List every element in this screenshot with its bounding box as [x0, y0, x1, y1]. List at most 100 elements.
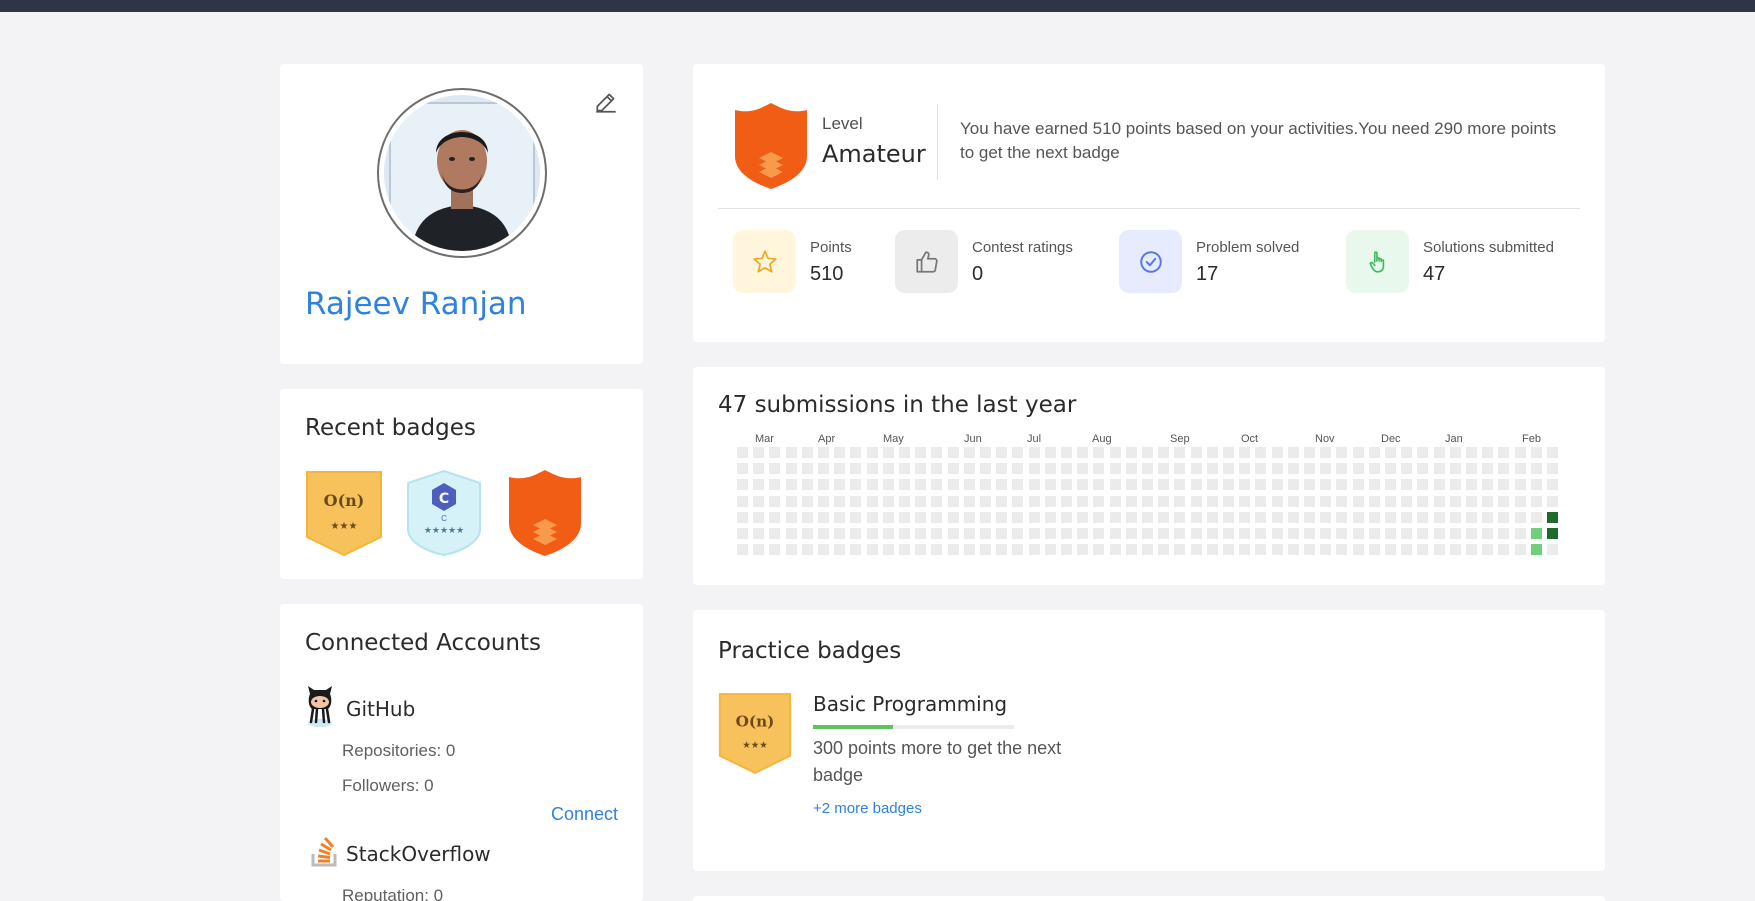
- heatmap-cell[interactable]: [1385, 447, 1396, 458]
- heatmap-cell[interactable]: [834, 528, 845, 539]
- heatmap-cell[interactable]: [753, 479, 764, 490]
- heatmap-cell[interactable]: [899, 512, 910, 523]
- heatmap-cell[interactable]: [1142, 528, 1153, 539]
- heatmap-cell[interactable]: [802, 528, 813, 539]
- heatmap-cell[interactable]: [1077, 528, 1088, 539]
- heatmap-cell[interactable]: [1207, 544, 1218, 555]
- heatmap-cell[interactable]: [931, 479, 942, 490]
- heatmap-cell[interactable]: [737, 512, 748, 523]
- heatmap-cell[interactable]: [1336, 496, 1347, 507]
- heatmap-cell[interactable]: [1547, 496, 1558, 507]
- heatmap-cell[interactable]: [1353, 447, 1364, 458]
- heatmap-cell[interactable]: [1061, 463, 1072, 474]
- heatmap-cell[interactable]: [1077, 463, 1088, 474]
- heatmap-cell[interactable]: [1174, 463, 1185, 474]
- heatmap-cell[interactable]: [1029, 496, 1040, 507]
- heatmap-cell[interactable]: [1029, 479, 1040, 490]
- heatmap-cell[interactable]: [1385, 544, 1396, 555]
- heatmap-cell[interactable]: [1272, 463, 1283, 474]
- heatmap-cell[interactable]: [1255, 479, 1266, 490]
- heatmap-cell[interactable]: [1239, 447, 1250, 458]
- heatmap-cell[interactable]: [1450, 544, 1461, 555]
- heatmap-cell[interactable]: [1110, 544, 1121, 555]
- heatmap-cell[interactable]: [786, 463, 797, 474]
- heatmap-cell[interactable]: [1498, 463, 1509, 474]
- heatmap-cell[interactable]: [1077, 479, 1088, 490]
- heatmap-cell[interactable]: [915, 463, 926, 474]
- heatmap-cell[interactable]: [1304, 544, 1315, 555]
- heatmap-cell[interactable]: [834, 544, 845, 555]
- heatmap-cell[interactable]: [1547, 528, 1558, 539]
- heatmap-cell[interactable]: [1239, 512, 1250, 523]
- heatmap-cell[interactable]: [753, 463, 764, 474]
- heatmap-cell[interactable]: [1466, 447, 1477, 458]
- heatmap-cell[interactable]: [1272, 479, 1283, 490]
- heatmap-cell[interactable]: [786, 528, 797, 539]
- heatmap-cell[interactable]: [1174, 447, 1185, 458]
- heatmap-cell[interactable]: [786, 447, 797, 458]
- heatmap-cell[interactable]: [1029, 512, 1040, 523]
- heatmap-cell[interactable]: [850, 496, 861, 507]
- heatmap-cell[interactable]: [964, 479, 975, 490]
- heatmap-cell[interactable]: [1191, 479, 1202, 490]
- heatmap-cell[interactable]: [1093, 463, 1104, 474]
- heatmap-cell[interactable]: [1207, 447, 1218, 458]
- heatmap-cell[interactable]: [1466, 479, 1477, 490]
- heatmap-cell[interactable]: [931, 528, 942, 539]
- heatmap-cell[interactable]: [980, 512, 991, 523]
- heatmap-cell[interactable]: [1353, 479, 1364, 490]
- heatmap-cell[interactable]: [1207, 496, 1218, 507]
- heatmap-cell[interactable]: [1093, 544, 1104, 555]
- heatmap-cell[interactable]: [1045, 447, 1056, 458]
- heatmap-cell[interactable]: [769, 496, 780, 507]
- heatmap-cell[interactable]: [1255, 496, 1266, 507]
- heatmap-cell[interactable]: [1255, 512, 1266, 523]
- heatmap-cell[interactable]: [948, 479, 959, 490]
- heatmap-cell[interactable]: [834, 512, 845, 523]
- heatmap-cell[interactable]: [1093, 496, 1104, 507]
- heatmap-cell[interactable]: [964, 463, 975, 474]
- heatmap-cell[interactable]: [737, 479, 748, 490]
- heatmap-cell[interactable]: [1498, 496, 1509, 507]
- heatmap-cell[interactable]: [769, 512, 780, 523]
- heatmap-cell[interactable]: [1304, 496, 1315, 507]
- heatmap-cell[interactable]: [1369, 512, 1380, 523]
- heatmap-cell[interactable]: [1077, 447, 1088, 458]
- heatmap-cell[interactable]: [1336, 544, 1347, 555]
- heatmap-cell[interactable]: [1239, 479, 1250, 490]
- heatmap-cell[interactable]: [1482, 479, 1493, 490]
- heatmap-cell[interactable]: [1223, 479, 1234, 490]
- heatmap-cell[interactable]: [1012, 479, 1023, 490]
- heatmap-cell[interactable]: [1029, 447, 1040, 458]
- heatmap-cell[interactable]: [980, 528, 991, 539]
- heatmap-cell[interactable]: [948, 496, 959, 507]
- heatmap-cell[interactable]: [769, 447, 780, 458]
- heatmap-cell[interactable]: [1272, 528, 1283, 539]
- heatmap-cell[interactable]: [1272, 544, 1283, 555]
- heatmap-cell[interactable]: [1239, 463, 1250, 474]
- heatmap-cell[interactable]: [1142, 512, 1153, 523]
- heatmap-cell[interactable]: [1012, 496, 1023, 507]
- heatmap-cell[interactable]: [1045, 463, 1056, 474]
- heatmap-cell[interactable]: [802, 463, 813, 474]
- heatmap-cell[interactable]: [931, 463, 942, 474]
- heatmap-cell[interactable]: [1450, 463, 1461, 474]
- heatmap-cell[interactable]: [948, 528, 959, 539]
- heatmap-cell[interactable]: [1385, 463, 1396, 474]
- heatmap-cell[interactable]: [1207, 479, 1218, 490]
- heatmap-cell[interactable]: [980, 479, 991, 490]
- heatmap-cell[interactable]: [1336, 528, 1347, 539]
- heatmap-cell[interactable]: [850, 544, 861, 555]
- heatmap-cell[interactable]: [1417, 544, 1428, 555]
- heatmap-cell[interactable]: [1126, 544, 1137, 555]
- heatmap-cell[interactable]: [1320, 512, 1331, 523]
- heatmap-cell[interactable]: [1077, 496, 1088, 507]
- heatmap-cell[interactable]: [1336, 463, 1347, 474]
- heatmap-cell[interactable]: [915, 512, 926, 523]
- heatmap-cell[interactable]: [1191, 496, 1202, 507]
- heatmap-cell[interactable]: [850, 447, 861, 458]
- heatmap-cell[interactable]: [1498, 544, 1509, 555]
- heatmap-cell[interactable]: [1417, 512, 1428, 523]
- heatmap-cell[interactable]: [769, 479, 780, 490]
- heatmap-cell[interactable]: [1158, 496, 1169, 507]
